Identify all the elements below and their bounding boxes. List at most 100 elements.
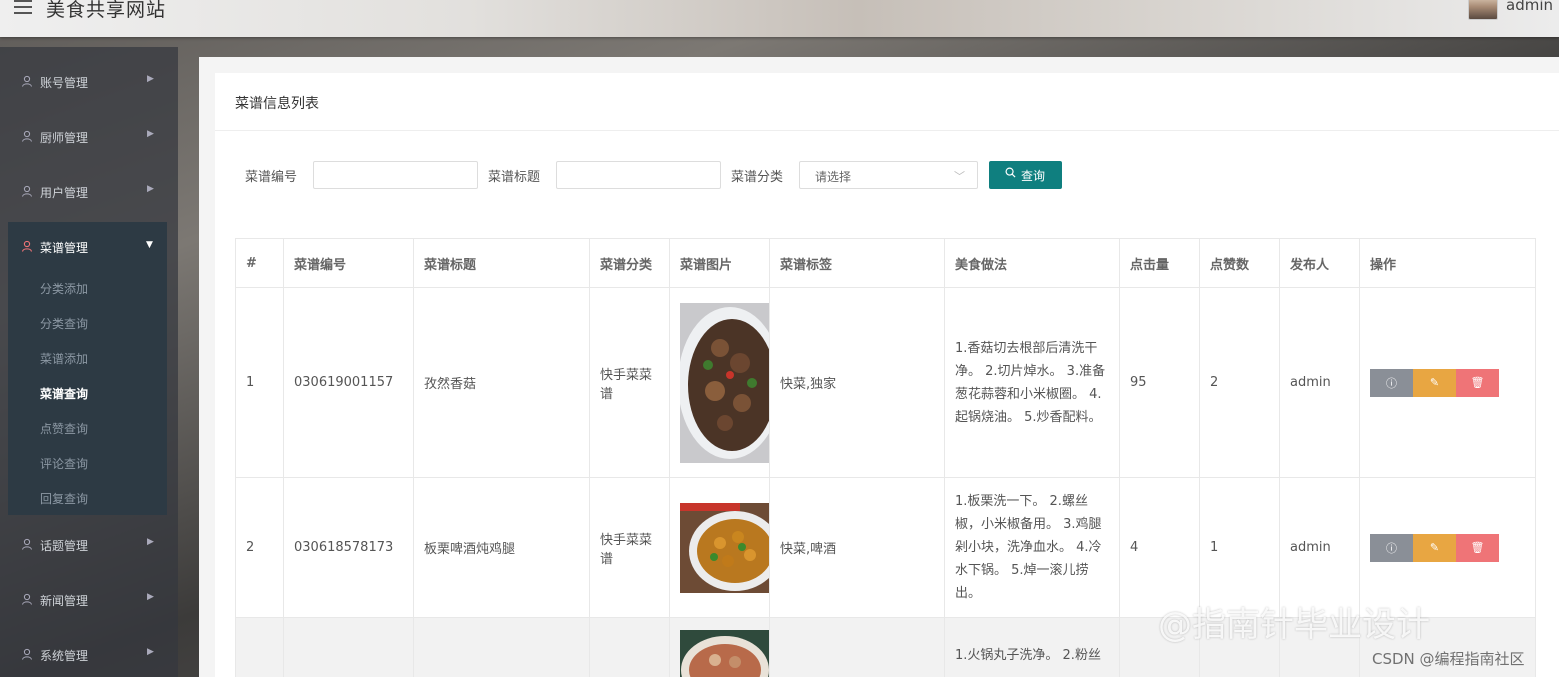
sidebar-item-users[interactable]: 用户管理 ▶ (0, 167, 178, 217)
sidebar-group-recipes: 菜谱管理 ▼ 分类添加 分类查询 菜谱添加 菜谱查询 点赞查询 评论查询 回复查… (8, 222, 167, 515)
caret-right-icon: ▶ (147, 184, 154, 194)
trash-icon: 🗑 (1470, 541, 1485, 554)
sidebar-item-system[interactable]: 系统管理 ▶ (0, 630, 178, 677)
recipe-image-hotpot[interactable] (680, 630, 769, 677)
sidebar-item-topics[interactable]: 话题管理 ▶ (0, 520, 178, 570)
info-icon: ⓘ (1386, 541, 1397, 555)
col-tags: 菜谱标签 (769, 238, 945, 288)
hamburger-icon[interactable] (14, 0, 32, 14)
cell-index: 2 (235, 477, 284, 618)
pencil-icon: ✎ (1429, 376, 1440, 389)
sidebar-item-news[interactable]: 新闻管理 ▶ (0, 575, 178, 625)
caret-down-icon: ▼ (146, 240, 153, 250)
col-method: 美食做法 (944, 238, 1120, 288)
cell-title (413, 617, 590, 677)
col-clicks: 点击量 (1119, 238, 1200, 288)
edit-button[interactable]: ✎ (1413, 533, 1456, 562)
col-index: # (235, 238, 284, 288)
sidebar-item-label: 账号管理 (40, 76, 89, 90)
sidebar-item-label: 系统管理 (40, 649, 89, 663)
category-label: 菜谱分类 (731, 170, 784, 185)
avatar[interactable] (1468, 0, 1498, 20)
table-header-row: # 菜谱编号 菜谱标题 菜谱分类 菜谱图片 菜谱标签 美食做法 点击量 点赞数 … (235, 238, 1536, 288)
submenu-category-query[interactable]: 分类查询 (40, 315, 88, 332)
table-row: 1 030619001157 孜然香菇 快手菜菜谱 快菜,独家 1.香菇切去根部… (235, 287, 1536, 478)
view-button[interactable]: ⓘ (1370, 368, 1413, 397)
cell-tags (769, 617, 945, 677)
edit-button[interactable]: ✎ (1413, 368, 1456, 397)
sidebar-item-account[interactable]: 账号管理 ▶ (0, 57, 178, 107)
sidebar-item-label: 菜谱管理 (40, 241, 89, 255)
recipe-image-mushroom[interactable] (680, 302, 769, 463)
cell-method: 1.火锅丸子洗净。 2.粉丝 (944, 617, 1120, 677)
sidebar-item-label: 厨师管理 (40, 131, 89, 145)
trash-icon: 🗑 (1470, 376, 1485, 389)
user-icon (22, 538, 32, 550)
caret-right-icon: ▶ (147, 74, 154, 84)
col-image: 菜谱图片 (669, 238, 770, 288)
caret-right-icon: ▶ (147, 537, 154, 547)
page-title: 菜谱信息列表 (235, 96, 319, 112)
user-icon (22, 75, 32, 87)
chevron-down-icon: ﹀ (954, 170, 965, 183)
col-actions: 操作 (1359, 238, 1536, 288)
user-icon (22, 648, 32, 660)
submenu-like-query[interactable]: 点赞查询 (40, 420, 88, 437)
delete-button[interactable]: 🗑 (1456, 368, 1499, 397)
pencil-icon: ✎ (1429, 541, 1440, 554)
col-code: 菜谱编号 (283, 238, 414, 288)
cell-index (235, 617, 284, 677)
user-icon (22, 185, 32, 197)
cell-index: 1 (235, 287, 284, 478)
sidebar-item-chef[interactable]: 厨师管理 ▶ (0, 112, 178, 162)
col-title: 菜谱标题 (413, 238, 590, 288)
submenu-comment-query[interactable]: 评论查询 (40, 455, 88, 472)
cell-title: 板栗啤酒炖鸡腿 (413, 477, 590, 618)
watermark-csdn: CSDN @编程指南社区 (1372, 650, 1525, 668)
caret-right-icon: ▶ (147, 647, 154, 657)
divider (215, 130, 1559, 131)
cell-tags: 快菜,啤酒 (769, 477, 945, 618)
submenu-category-add[interactable]: 分类添加 (40, 280, 88, 297)
cell-category: 快手菜菜谱 (589, 287, 670, 478)
view-button[interactable]: ⓘ (1370, 533, 1413, 562)
cell-method: 1.香菇切去根部后清洗干净。 2.切片焯水。 3.准备葱花蒜蓉和小米椒圈。 4.… (944, 287, 1120, 478)
category-select[interactable]: 请选择 ﹀ (799, 161, 978, 189)
search-button[interactable]: 查询 (989, 161, 1062, 189)
delete-button[interactable]: 🗑 (1456, 533, 1499, 562)
sidebar-item-label: 新闻管理 (40, 594, 89, 608)
recipe-image-chestnut-chicken[interactable] (680, 502, 769, 593)
top-bar: 美食共享网站 admin (0, 0, 1559, 37)
title-input[interactable] (556, 161, 721, 189)
col-publisher: 发布人 (1279, 238, 1360, 288)
category-placeholder: 请选择 (815, 170, 852, 184)
watermark-main: @指南针毕业设计 (1158, 605, 1430, 645)
col-likes: 点赞数 (1199, 238, 1280, 288)
code-label: 菜谱编号 (245, 170, 298, 185)
cell-code (283, 617, 414, 677)
cell-tags: 快菜,独家 (769, 287, 945, 478)
submenu-recipe-query[interactable]: 菜谱查询 (40, 385, 88, 402)
cell-title: 孜然香菇 (413, 287, 590, 478)
sidebar-item-label: 用户管理 (40, 186, 89, 200)
sidebar: 账号管理 ▶ 厨师管理 ▶ 用户管理 ▶ 菜谱管理 ▼ 分类添加 分类查询 菜谱… (0, 47, 178, 677)
code-input[interactable] (313, 161, 478, 189)
cell-image (669, 287, 770, 478)
info-icon: ⓘ (1386, 376, 1397, 390)
search-icon (1005, 167, 1016, 178)
cell-category: 快手菜菜谱 (589, 477, 670, 618)
cell-method: 1.板栗洗一下。 2.螺丝椒，小米椒备用。 3.鸡腿剁小块，洗净血水。 4.冷水… (944, 477, 1120, 618)
title-label: 菜谱标题 (488, 170, 541, 185)
cell-code: 030618578173 (283, 477, 414, 618)
cell-likes: 2 (1199, 287, 1280, 478)
submenu-reply-query[interactable]: 回复查询 (40, 490, 88, 507)
user-name[interactable]: admin (1506, 0, 1553, 14)
cell-publisher: admin (1279, 287, 1360, 478)
sidebar-item-label: 话题管理 (40, 539, 89, 553)
sidebar-item-recipes[interactable]: 菜谱管理 ▼ (8, 222, 167, 272)
cell-actions: ⓘ ✎ 🗑 (1359, 287, 1536, 478)
user-icon (22, 130, 32, 142)
cell-image (669, 477, 770, 618)
submenu-recipe-add[interactable]: 菜谱添加 (40, 350, 88, 367)
search-button-label: 查询 (1021, 169, 1046, 183)
